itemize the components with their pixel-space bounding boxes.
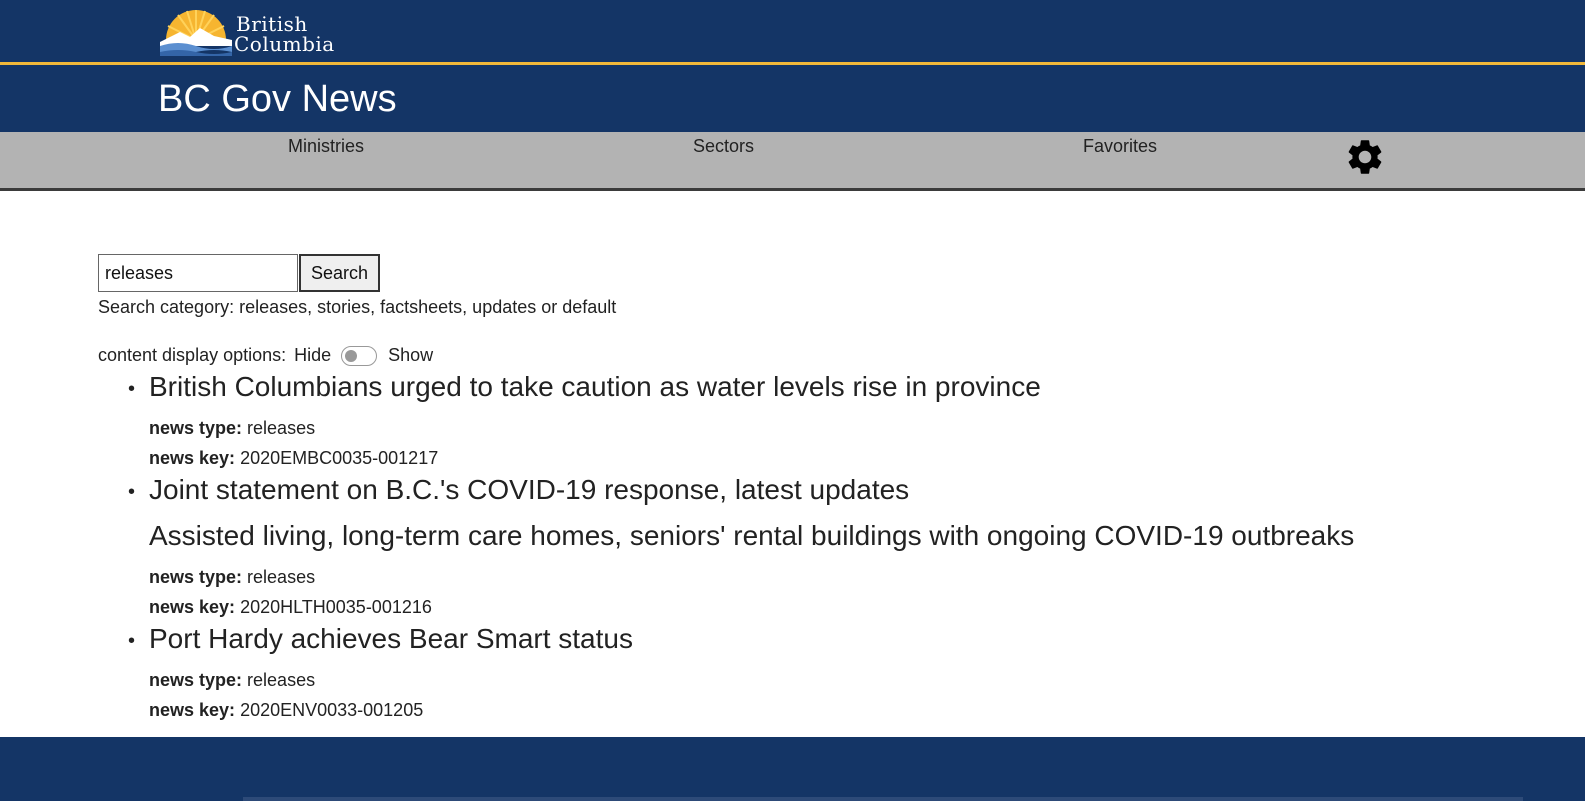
hide-label: Hide (294, 345, 332, 365)
gear-icon[interactable] (1344, 136, 1386, 178)
display-options-label: content display options: (98, 345, 287, 365)
bullet: • (128, 630, 136, 652)
nav-favorites[interactable]: Favorites (1083, 136, 1157, 157)
logo-wordmark: British Columbia (234, 12, 335, 56)
news-key-label: news key: (149, 597, 236, 617)
bullet: • (128, 481, 136, 503)
news-key-value: 2020EMBC0035-001217 (240, 448, 439, 468)
search-button[interactable]: Search (299, 254, 380, 292)
results-list: • British Columbians urged to take cauti… (128, 370, 1568, 725)
site-title[interactable]: BC Gov News (158, 78, 397, 121)
content-display-options: content display options: Hide Show (98, 345, 433, 366)
news-key: news key: 2020EMBC0035-001217 (149, 443, 1568, 473)
news-type-value: releases (247, 418, 316, 438)
news-key: news key: 2020HLTH0035-001216 (149, 592, 1568, 622)
logo-line-1: British (236, 12, 308, 36)
logo-line-2: Columbia (234, 32, 335, 56)
news-type-value: releases (247, 567, 316, 587)
search-input[interactable] (98, 254, 298, 292)
toggle-knob (345, 349, 358, 362)
footer-strip (243, 797, 1523, 801)
news-key-value: 2020HLTH0035-001216 (240, 597, 432, 617)
news-type-label: news type: (149, 567, 243, 587)
result-title[interactable]: Port Hardy achieves Bear Smart status (149, 622, 1568, 656)
news-key-label: news key: (149, 700, 236, 720)
show-label: Show (388, 345, 434, 365)
bullet: • (128, 378, 136, 400)
bc-logo[interactable]: British Columbia (158, 6, 348, 56)
nav-sectors[interactable]: Sectors (693, 136, 754, 157)
nav-ministries[interactable]: Ministries (288, 136, 364, 157)
list-item: • Joint statement on B.C.'s COVID-19 res… (128, 473, 1568, 622)
result-title[interactable]: Joint statement on B.C.'s COVID-19 respo… (149, 473, 1568, 507)
news-type: news type: releases (149, 665, 1568, 695)
news-type: news type: releases (149, 562, 1568, 592)
news-type: news type: releases (149, 413, 1568, 443)
footer-bar (0, 737, 1585, 801)
list-item: • British Columbians urged to take cauti… (128, 370, 1568, 473)
news-key-label: news key: (149, 448, 236, 468)
news-type-label: news type: (149, 670, 243, 690)
list-item: • Port Hardy achieves Bear Smart status … (128, 622, 1568, 725)
bc-sunset-logo-icon (160, 10, 232, 56)
content-display-toggle[interactable] (341, 345, 378, 366)
result-subtitle: Assisted living, long-term care homes, s… (149, 520, 1355, 551)
search-category-hint: Search category: releases, stories, fact… (98, 297, 617, 317)
news-type-value: releases (247, 670, 316, 690)
news-key-value: 2020ENV0033-001205 (240, 700, 424, 720)
news-key: news key: 2020ENV0033-001205 (149, 695, 1568, 725)
news-type-label: news type: (149, 418, 243, 438)
result-title[interactable]: British Columbians urged to take caution… (149, 370, 1568, 404)
